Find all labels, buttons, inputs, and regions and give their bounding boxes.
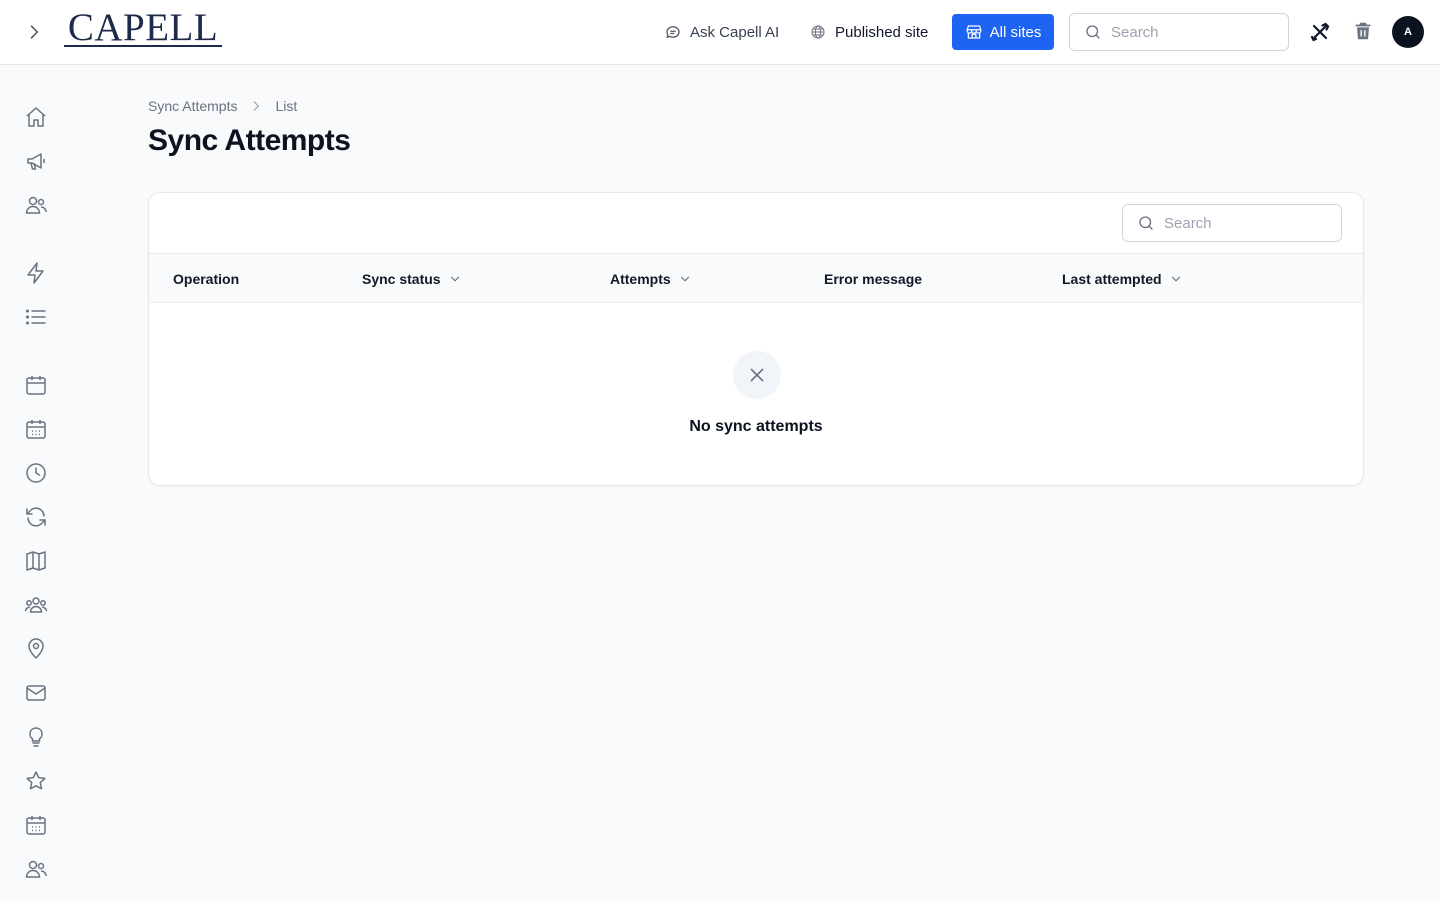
envelope-icon[interactable]	[24, 681, 48, 705]
all-sites-button[interactable]: All sites	[952, 14, 1054, 50]
map-pin-icon[interactable]	[24, 637, 48, 661]
chevron-down-icon	[678, 272, 692, 286]
megaphone-icon[interactable]	[24, 149, 48, 173]
chat-bubble-icon	[664, 23, 682, 41]
wrench-screwdriver-icon[interactable]	[1308, 20, 1332, 44]
published-site-button[interactable]: Published site	[810, 22, 928, 42]
lightbulb-icon[interactable]	[24, 725, 48, 749]
calendar-grid-icon[interactable]	[24, 417, 48, 441]
storefront-icon	[965, 23, 983, 41]
table-header: Operation Sync status Attempts Error mes…	[149, 253, 1363, 303]
all-sites-label: All sites	[989, 23, 1042, 41]
breadcrumb: Sync Attempts List	[148, 97, 297, 115]
trash-icon[interactable]	[1352, 20, 1376, 44]
sync-attempts-table: Operation Sync status Attempts Error mes…	[148, 192, 1364, 486]
column-header-error-message: Error message	[824, 270, 922, 288]
global-search-input[interactable]	[1111, 23, 1261, 41]
global-search[interactable]	[1069, 13, 1289, 51]
ask-ai-button[interactable]: Ask Capell AI	[664, 22, 779, 42]
search-icon	[1084, 23, 1102, 41]
column-label: Operation	[173, 271, 240, 287]
list-icon[interactable]	[24, 305, 48, 329]
refresh-icon[interactable]	[24, 505, 48, 529]
star-icon[interactable]	[24, 769, 48, 793]
breadcrumb-item-list[interactable]: List	[275, 98, 297, 114]
table-search-input[interactable]	[1164, 214, 1314, 232]
search-icon	[1137, 214, 1155, 232]
clock-icon[interactable]	[24, 461, 48, 485]
x-mark-icon	[733, 351, 781, 399]
users-icon[interactable]	[24, 857, 48, 881]
home-icon[interactable]	[24, 105, 48, 129]
column-label: Sync status	[362, 271, 441, 287]
lightning-icon[interactable]	[24, 261, 48, 285]
top-bar: CAPELL Ask Capell AI Published site All …	[0, 0, 1440, 65]
chevron-right-icon	[249, 99, 263, 113]
calendar-icon[interactable]	[24, 373, 48, 397]
map-icon[interactable]	[24, 549, 48, 573]
page-title: Sync Attempts	[148, 124, 351, 157]
column-header-last-attempted[interactable]: Last attempted	[1062, 270, 1183, 288]
empty-state-text: No sync attempts	[689, 418, 823, 435]
sidebar-nav	[0, 65, 72, 900]
column-header-operation: Operation	[173, 270, 239, 288]
column-header-sync-status[interactable]: Sync status	[362, 270, 462, 288]
globe-icon	[810, 24, 826, 40]
users-icon[interactable]	[24, 193, 48, 217]
table-search[interactable]	[1122, 204, 1342, 242]
breadcrumb-item-sync-attempts[interactable]: Sync Attempts	[148, 98, 237, 114]
column-label: Last attempted	[1062, 271, 1162, 287]
published-site-label: Published site	[835, 23, 929, 41]
user-avatar[interactable]: A	[1392, 16, 1424, 48]
ask-ai-label: Ask Capell AI	[690, 23, 780, 41]
calendar-grid-icon[interactable]	[24, 813, 48, 837]
column-label: Error message	[824, 271, 923, 287]
column-label: Attempts	[610, 271, 671, 287]
column-header-attempts[interactable]: Attempts	[610, 270, 692, 288]
chevron-down-icon	[448, 272, 462, 286]
chevron-down-icon	[1169, 272, 1183, 286]
user-group-icon[interactable]	[24, 593, 48, 617]
